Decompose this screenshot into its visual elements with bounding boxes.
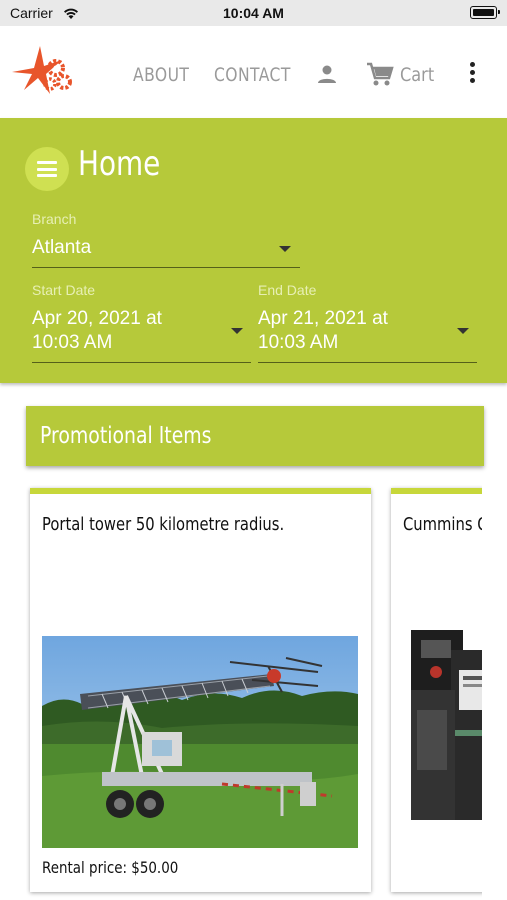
chevron-down-icon	[279, 246, 291, 252]
status-bar: Carrier 10:04 AM	[0, 0, 507, 26]
top-navigation: ABOUT CONTACT Cart	[0, 26, 507, 118]
chevron-down-icon	[231, 328, 243, 334]
nav-contact-link[interactable]: CONTACT	[214, 64, 291, 86]
hamburger-menu-icon[interactable]	[25, 147, 69, 191]
battery-icon	[470, 6, 500, 19]
promo-card[interactable]: Cummins O	[391, 488, 482, 892]
branch-label: Branch	[32, 211, 77, 227]
promo-card[interactable]: Portal tower 50 kilometre radius. Rental…	[30, 488, 371, 892]
start-date-value-line1: Apr 20, 2021 at	[32, 308, 162, 329]
nav-about-link[interactable]: ABOUT	[133, 64, 189, 86]
end-date-label: End Date	[258, 282, 317, 298]
promotional-items-title: Promotional Items	[40, 423, 212, 449]
promo-carousel[interactable]: Portal tower 50 kilometre radius. Rental…	[26, 485, 482, 900]
user-icon[interactable]	[315, 62, 339, 86]
start-date-value-line2: 10:03 AM	[32, 332, 113, 353]
end-date-value-line1: Apr 21, 2021 at	[258, 308, 388, 329]
page-title: Home	[78, 144, 161, 184]
end-date-value-line2: 10:03 AM	[258, 332, 339, 353]
promo-card-title: Cummins O	[403, 514, 482, 535]
chevron-down-icon	[457, 328, 469, 334]
home-header: Home Branch Atlanta Start Date Apr 20, 2…	[0, 118, 507, 383]
generator-image	[411, 630, 482, 840]
start-date-label: Start Date	[32, 282, 96, 298]
branch-underline	[32, 267, 300, 268]
more-vertical-icon[interactable]	[466, 60, 478, 86]
end-date-underline	[258, 362, 477, 363]
promo-card-price: Rental price: $50.00	[42, 858, 179, 877]
start-date-underline	[32, 362, 251, 363]
brand-logo[interactable]	[10, 42, 74, 100]
branch-value: Atlanta	[32, 237, 92, 258]
nav-cart-link[interactable]: Cart	[400, 64, 434, 86]
promotional-items-header: Promotional Items	[26, 406, 484, 466]
clock-time: 10:04 AM	[223, 5, 284, 21]
cart-icon[interactable]	[366, 62, 394, 88]
portal-tower-trailer-image	[42, 636, 358, 848]
promo-card-title: Portal tower 50 kilometre radius.	[42, 514, 285, 535]
